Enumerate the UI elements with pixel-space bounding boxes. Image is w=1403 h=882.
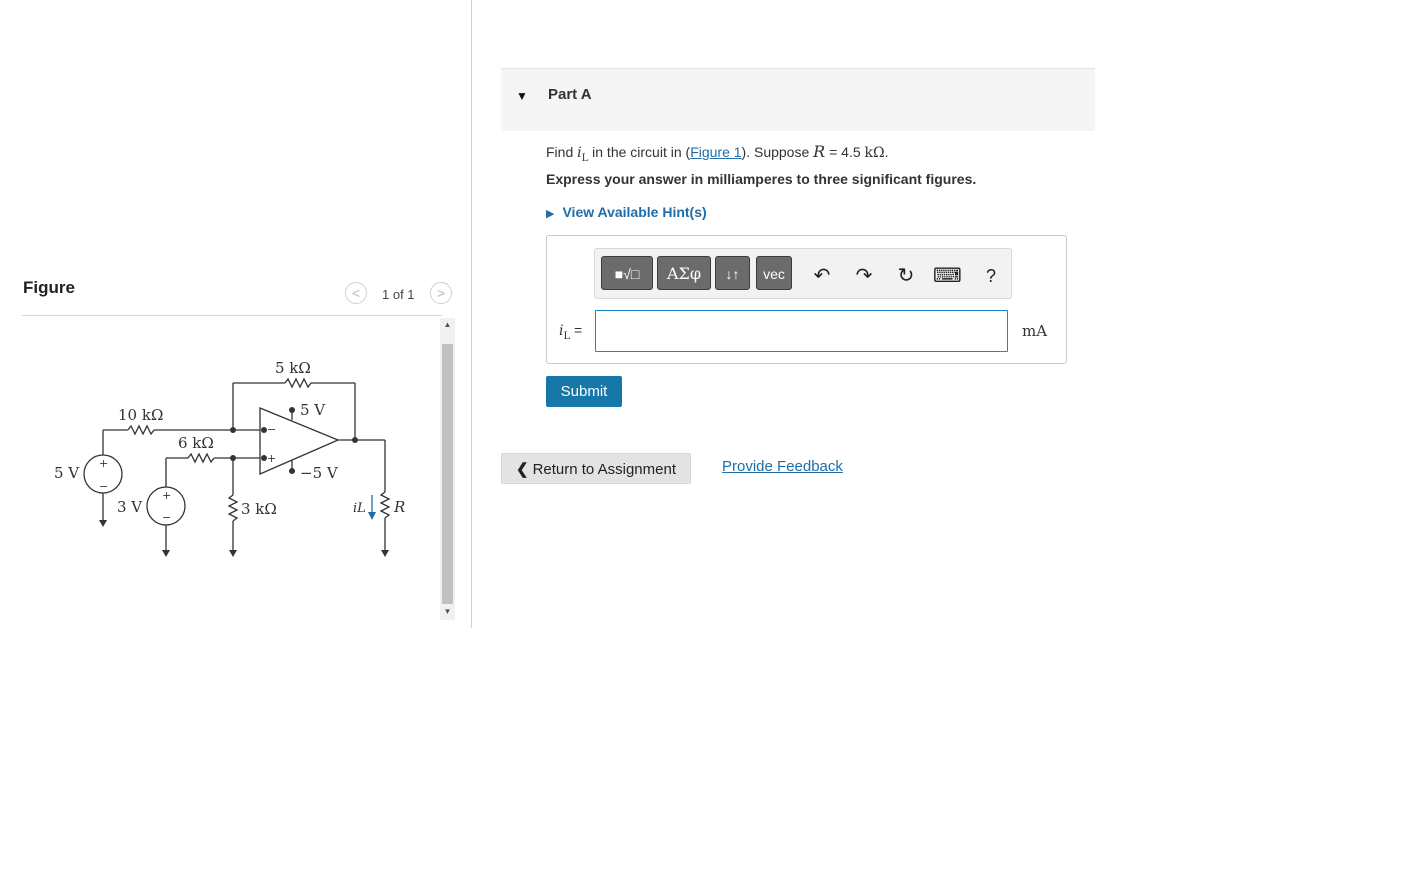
- chevron-left-icon: ❮: [516, 460, 529, 478]
- r-unit: kΩ: [864, 145, 885, 161]
- provide-feedback-link[interactable]: Provide Feedback: [722, 458, 843, 475]
- answer-input[interactable]: [595, 310, 1008, 352]
- previous-figure-button[interactable]: <: [345, 282, 367, 304]
- resistor-5k-top: [284, 377, 312, 389]
- collapse-caret-icon[interactable]: ▼: [516, 89, 528, 103]
- resistor-3k: [227, 494, 239, 522]
- vector-button[interactable]: vec: [756, 256, 792, 290]
- src5v-minus: −: [99, 480, 108, 493]
- panel-divider: [471, 0, 472, 628]
- math-toolbar: ■√□ ΑΣφ ↓↑ vec ↶ ↷ ↻ ⌨ ?: [594, 248, 1012, 299]
- label-r-5k: 5 kΩ: [275, 359, 311, 377]
- scroll-down-arrow[interactable]: ▼: [440, 605, 455, 619]
- opamp-minus: −: [267, 423, 276, 436]
- hints-label: View Available Hint(s): [562, 204, 707, 220]
- reset-icon[interactable]: ↻: [893, 263, 919, 289]
- label-r-10k: 10 kΩ: [118, 406, 163, 424]
- return-to-assignment-button[interactable]: ❮ Return to Assignment: [501, 453, 691, 484]
- label-current-il: iL: [353, 501, 366, 516]
- expand-caret-icon: ▶: [546, 208, 555, 220]
- figure-link[interactable]: Figure 1: [690, 144, 741, 160]
- keyboard-icon[interactable]: ⌨: [933, 263, 962, 289]
- figure-scrollbar-thumb[interactable]: [442, 344, 453, 604]
- resistor-load: [379, 491, 391, 519]
- label-src-5v: 5 V: [54, 464, 80, 482]
- label-r-3k: 3 kΩ: [241, 500, 277, 518]
- var-r: R: [813, 142, 826, 161]
- greek-symbols-button[interactable]: ΑΣφ: [657, 256, 711, 290]
- view-hints-toggle[interactable]: ▶ View Available Hint(s): [546, 204, 707, 220]
- part-title: Part A: [548, 86, 592, 103]
- resistor-6k: [187, 452, 215, 464]
- subscript-superscript-button[interactable]: ↓↑: [715, 256, 750, 290]
- answer-unit: mA: [1022, 322, 1048, 340]
- return-label: Return to Assignment: [532, 460, 676, 478]
- part-a-header[interactable]: ▼ Part A: [501, 68, 1095, 131]
- label-src-3v: 3 V: [117, 498, 143, 516]
- figure-header-divider: [22, 315, 442, 316]
- scroll-up-arrow[interactable]: ▲: [440, 318, 455, 332]
- src3v-plus: +: [162, 489, 171, 502]
- answer-variable-label: iL =: [559, 322, 583, 342]
- src5v-plus: +: [99, 457, 108, 470]
- label-neg-supply: −5 V: [300, 464, 339, 482]
- label-r-6k: 6 kΩ: [178, 434, 214, 452]
- resistor-10k: [127, 424, 155, 436]
- label-load-r: R: [393, 498, 405, 516]
- help-icon[interactable]: ?: [978, 263, 1004, 289]
- templates-button[interactable]: ■√□: [601, 256, 653, 290]
- figure-pager-text: 1 of 1: [382, 287, 415, 302]
- undo-icon[interactable]: ↶: [809, 263, 835, 289]
- answer-box: ■√□ ΑΣφ ↓↑ vec ↶ ↷ ↻ ⌨ ? iL = mA: [546, 235, 1067, 364]
- next-figure-button[interactable]: >: [430, 282, 452, 304]
- opamp-plus: +: [267, 452, 276, 465]
- redo-icon[interactable]: ↷: [851, 263, 877, 289]
- circuit-diagram: 5 kΩ 5 V 10 kΩ 6 kΩ −5 V 5 V 3 V 3 kΩ iL…: [54, 359, 405, 557]
- submit-button[interactable]: Submit: [546, 376, 622, 407]
- question-text: Find iL in the circuit in (Figure 1). Su…: [546, 142, 889, 164]
- answer-instruction: Express your answer in milliamperes to t…: [546, 171, 977, 187]
- label-pos-supply: 5 V: [300, 401, 326, 419]
- figure-title: Figure: [23, 278, 75, 297]
- src3v-minus: −: [162, 511, 171, 524]
